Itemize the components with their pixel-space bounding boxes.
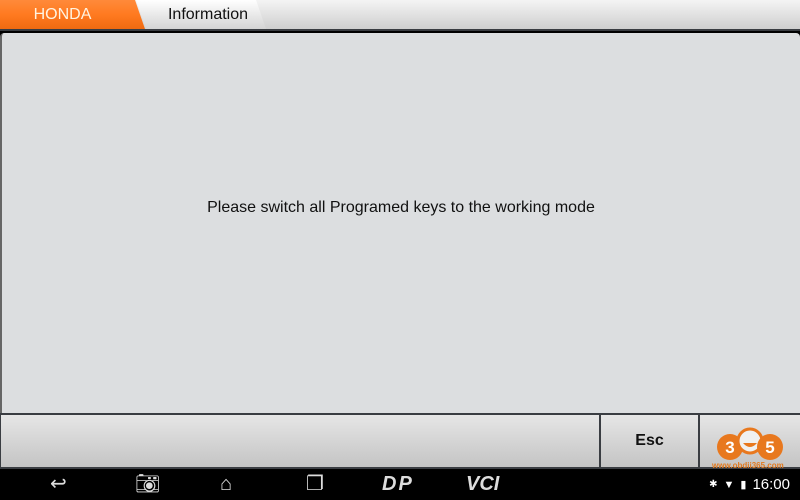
back-icon[interactable]: ↩: [50, 473, 67, 495]
header-bar: HONDA Information: [0, 0, 800, 31]
home-icon[interactable]: ⌂: [220, 473, 232, 495]
status-bar: ✱ ▼ ▮ 16:00: [709, 476, 790, 493]
esc-button[interactable]: Esc: [601, 415, 698, 467]
info-message: Please switch all Programed keys to the …: [207, 199, 595, 216]
tab-label: HONDA: [33, 5, 92, 23]
logo: 3 5: [700, 415, 800, 467]
svg-text:5: 5: [765, 438, 774, 457]
message-panel: Please switch all Programed keys to the …: [0, 33, 800, 413]
button-bar: Esc 3 5: [0, 413, 800, 469]
recent-apps-icon[interactable]: ❐: [306, 473, 324, 495]
wifi-icon: ▼: [723, 478, 735, 491]
vci-icon[interactable]: VCI: [466, 473, 499, 495]
bluetooth-icon: ✱: [709, 479, 718, 490]
svg-text:3: 3: [725, 438, 734, 457]
clock: 16:00: [752, 476, 790, 493]
empty-button-area: [1, 415, 599, 467]
system-nav-bar: ↩ 📷︎ ⌂ ❐ DP VCI: [0, 469, 800, 500]
tab-label: Information: [167, 5, 249, 23]
watermark: www.obdii365.com: [712, 461, 784, 470]
tab-information[interactable]: Information: [136, 0, 266, 29]
obdii365-logo: 3 5: [717, 427, 783, 460]
tab-honda[interactable]: HONDA: [0, 0, 145, 29]
dp-icon[interactable]: DP: [382, 473, 414, 495]
battery-icon: ▮: [740, 479, 747, 491]
camera-icon[interactable]: 📷︎: [135, 473, 160, 495]
